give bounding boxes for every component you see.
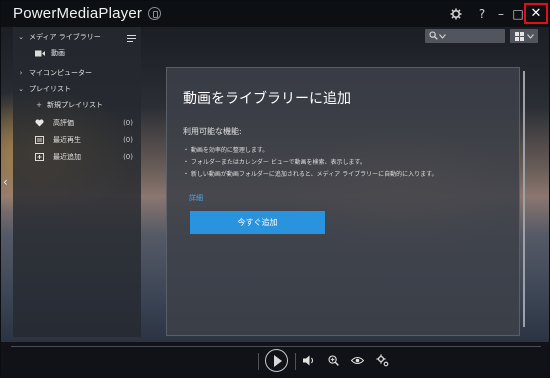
sidebar-item-label: マイコンピューター — [29, 69, 92, 77]
close-button[interactable]: ✕ — [524, 3, 548, 24]
plus-icon: + — [36, 101, 42, 109]
sidebar-item-my-computer[interactable]: › マイコンピューター — [13, 65, 141, 81]
divider — [258, 353, 259, 370]
view-mode-button[interactable] — [510, 29, 538, 43]
chevron-down-icon: ⌄ — [18, 33, 24, 41]
settings-effects-icon[interactable] — [376, 354, 389, 367]
panel-title: 動画をライブラリーに追加 — [183, 91, 351, 107]
scrollbar[interactable] — [523, 71, 525, 327]
details-link[interactable]: 詳細 — [189, 193, 203, 203]
zoom-in-icon[interactable] — [328, 355, 339, 366]
eye-icon[interactable] — [351, 356, 364, 365]
settings-button[interactable] — [447, 6, 465, 22]
sidebar-item-label: 新規プレイリスト — [47, 101, 103, 109]
sidebar-item-label: メディア ライブラリー — [29, 33, 101, 41]
app-window: PowerMediaPlayer ? – □ ✕ ⌄ メディア ライブラリー 動… — [0, 0, 550, 378]
feature-item: ・ フォルダーまたはカレンダー ビューで動画を検索、表示します。 — [183, 159, 366, 166]
chevron-right-icon: › — [19, 69, 23, 77]
item-count: (0) — [123, 119, 133, 127]
sidebar-item-label: 高評価 — [53, 119, 74, 127]
chevron-left-icon[interactable]: ‹ — [3, 175, 8, 189]
feature-item: ・ 新しい動画が動画フォルダーに追加されると、メディア ライブラリーに自動的に入… — [183, 171, 438, 178]
chevron-down-icon — [439, 34, 446, 39]
gear-icon — [450, 8, 462, 20]
seek-bar[interactable] — [11, 346, 541, 347]
sidebar-item-label: 最近追加 — [53, 153, 81, 161]
search-dropdown[interactable] — [425, 29, 505, 43]
recent-list-icon — [35, 136, 44, 144]
sidebar-item-videos[interactable]: 動画 — [13, 45, 141, 61]
add-list-icon — [35, 153, 44, 161]
grid-view-icon — [515, 32, 524, 41]
menu-icon[interactable] — [127, 35, 136, 42]
sidebar-item-new-playlist[interactable]: + 新規プレイリスト — [13, 97, 141, 113]
sidebar-item-label: 最近再生 — [53, 136, 81, 144]
sidebar-item-media-library[interactable]: ⌄ メディア ライブラリー — [13, 29, 141, 45]
pin-icon[interactable] — [148, 7, 161, 20]
feature-item: ・ 動画を効率的に整理します。 — [183, 147, 269, 154]
help-button[interactable]: ? — [473, 6, 491, 22]
features-heading: 利用可能な機能: — [183, 127, 242, 136]
title-bar: PowerMediaPlayer ? – □ ✕ — [1, 1, 550, 27]
sidebar-item-playlists[interactable]: ⌄ プレイリスト — [13, 81, 141, 97]
sidebar-item-label: プレイリスト — [29, 85, 71, 93]
search-icon — [429, 31, 438, 40]
app-title: PowerMediaPlayer — [13, 5, 143, 22]
item-count: (0) — [123, 136, 133, 144]
video-camera-icon — [35, 50, 45, 57]
play-button[interactable] — [265, 349, 288, 372]
sidebar: ⌄ メディア ライブラリー 動画 › マイコンピューター ⌄ プレイリスト + … — [13, 27, 141, 337]
item-count: (0) — [123, 153, 133, 161]
add-now-button[interactable]: 今すぐ追加 — [190, 211, 325, 234]
sidebar-item-favorites[interactable]: 高評価 (0) — [13, 115, 141, 131]
sidebar-item-recently-added[interactable]: 最近追加 (0) — [13, 149, 141, 165]
add-to-library-panel: 動画をライブラリーに追加 利用可能な機能: ・ 動画を効率的に整理します。 ・ … — [166, 67, 520, 336]
volume-icon[interactable] — [303, 355, 315, 366]
heart-icon — [35, 119, 44, 127]
sidebar-item-label: 動画 — [51, 49, 65, 57]
divider — [295, 353, 296, 370]
chevron-down-icon — [527, 34, 534, 39]
chevron-down-icon: ⌄ — [18, 85, 24, 93]
sidebar-item-recent[interactable]: 最近再生 (0) — [13, 132, 141, 148]
minimize-button[interactable]: – — [492, 6, 510, 22]
